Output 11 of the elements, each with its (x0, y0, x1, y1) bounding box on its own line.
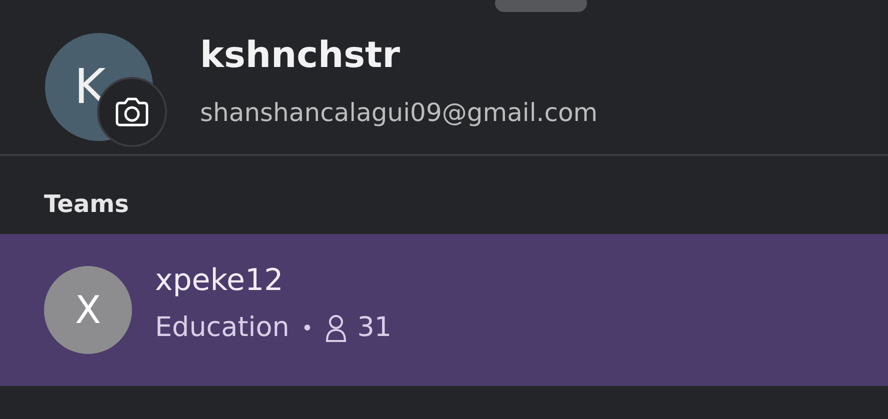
team-item[interactable]: X xpeke12 Education • 31 (0, 234, 888, 386)
separator: • (301, 316, 314, 340)
profile-name: kshnchstr (200, 34, 401, 76)
section-title: Teams (43, 189, 130, 220)
team-avatar: X (44, 266, 132, 354)
member-count: 31 (357, 312, 392, 343)
person-icon (325, 314, 348, 342)
profile-email: shanshancalagui09@gmail.com (200, 98, 598, 126)
camera-icon (114, 96, 150, 126)
team-name: xpeke12 (155, 263, 284, 298)
team-category: Education (155, 312, 290, 343)
